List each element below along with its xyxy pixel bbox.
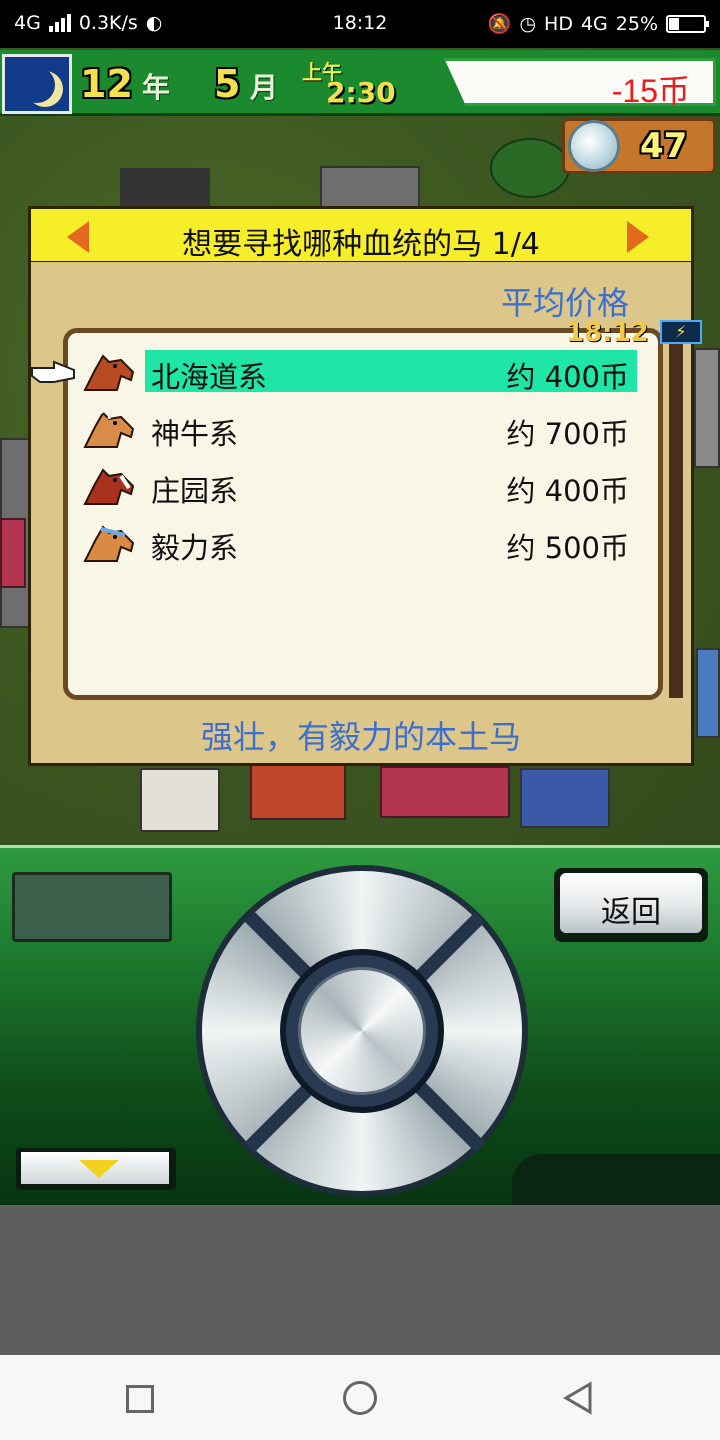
medal-count: 47 [640, 126, 688, 166]
pond [696, 648, 720, 738]
empty-area [0, 1205, 720, 1355]
scroll-down-button[interactable] [16, 1148, 176, 1190]
game-clock: 2:30 [326, 76, 396, 109]
left-screen [12, 872, 172, 942]
building-wall [694, 348, 720, 468]
directional-pad[interactable] [196, 865, 528, 1197]
controller-clock: 18:12 [566, 318, 649, 348]
list-scrollbar[interactable] [669, 330, 683, 698]
month-number: 5 [214, 62, 241, 106]
item-name: 毅力系 [151, 531, 239, 565]
home-icon[interactable] [343, 1381, 377, 1415]
item-name: 北海道系 [151, 360, 268, 394]
dialog-header: 想要寻找哪种血统的马 1/4 [28, 206, 694, 264]
recent-apps-icon[interactable] [126, 1385, 154, 1413]
horse-icon [83, 525, 135, 562]
battery-percent: 25% [615, 12, 658, 35]
list-item[interactable]: 庄园系 约 400币 [81, 464, 637, 508]
item-price: 约 700币 [506, 417, 629, 451]
building-house [140, 768, 220, 832]
back-triangle-icon[interactable] [560, 1380, 596, 1416]
network-right-label: 4G [580, 12, 608, 35]
pad-center-button[interactable] [298, 967, 426, 1095]
mute-icon: 🔕 [487, 13, 512, 35]
pad-ring [280, 949, 444, 1113]
night-indicator [2, 54, 72, 114]
charging-battery-icon: ⚡ [660, 320, 702, 344]
list-item[interactable]: 北海道系 约 400币 [81, 350, 637, 394]
next-page-arrow-icon[interactable] [627, 221, 649, 253]
tree-decoration [490, 138, 570, 198]
status-right: 🔕 ◷ HD 4G 25% [487, 12, 709, 35]
scroll-down-face [21, 1152, 169, 1184]
horse-icon [83, 468, 135, 505]
back-button[interactable]: 返回 [554, 868, 708, 942]
horse-icon [83, 407, 135, 448]
horse-icon [83, 354, 135, 391]
hand-pointer-icon [31, 360, 75, 383]
building-roof [520, 768, 610, 828]
battery-icon [666, 14, 709, 33]
down-triangle-icon [79, 1160, 119, 1178]
item-name: 神牛系 [151, 417, 239, 451]
list-item[interactable]: 毅力系 约 500币 [81, 521, 637, 565]
building-roof [320, 166, 420, 210]
alarm-icon: ◷ [519, 12, 537, 35]
back-button-label: 返回 [601, 895, 661, 930]
controller-clock-panel [512, 1154, 720, 1208]
moon-icon [19, 67, 55, 103]
year-unit: 年 [142, 71, 171, 104]
year-number: 12 [80, 62, 133, 106]
item-price: 约 400币 [506, 360, 629, 394]
status-bar: 4G 0.3K/s ◐ 18:12 🔕 ◷ HD 4G 25% [0, 0, 720, 48]
building-roof [120, 168, 210, 208]
item-name: 庄园系 [151, 474, 239, 508]
month-unit: 月 [250, 71, 279, 104]
virtual-controller: 返回 [0, 845, 720, 1208]
bloodline-description: 强壮，有毅力的本土马 [200, 718, 521, 756]
medal-icon [568, 120, 620, 172]
list-item[interactable]: 神牛系 约 700币 [81, 407, 637, 451]
dialog-title: 想要寻找哪种血统的马 1/4 [182, 227, 540, 262]
item-price: 约 500币 [506, 531, 629, 565]
money-value: -15币 [611, 73, 690, 109]
back-button-face: 返回 [560, 873, 702, 933]
hd-label: HD [544, 12, 573, 35]
item-price: 约 400币 [506, 474, 629, 508]
building-roof [250, 760, 346, 820]
building-roof [380, 766, 510, 818]
building-roof [0, 518, 26, 588]
navigation-bar [0, 1355, 720, 1440]
